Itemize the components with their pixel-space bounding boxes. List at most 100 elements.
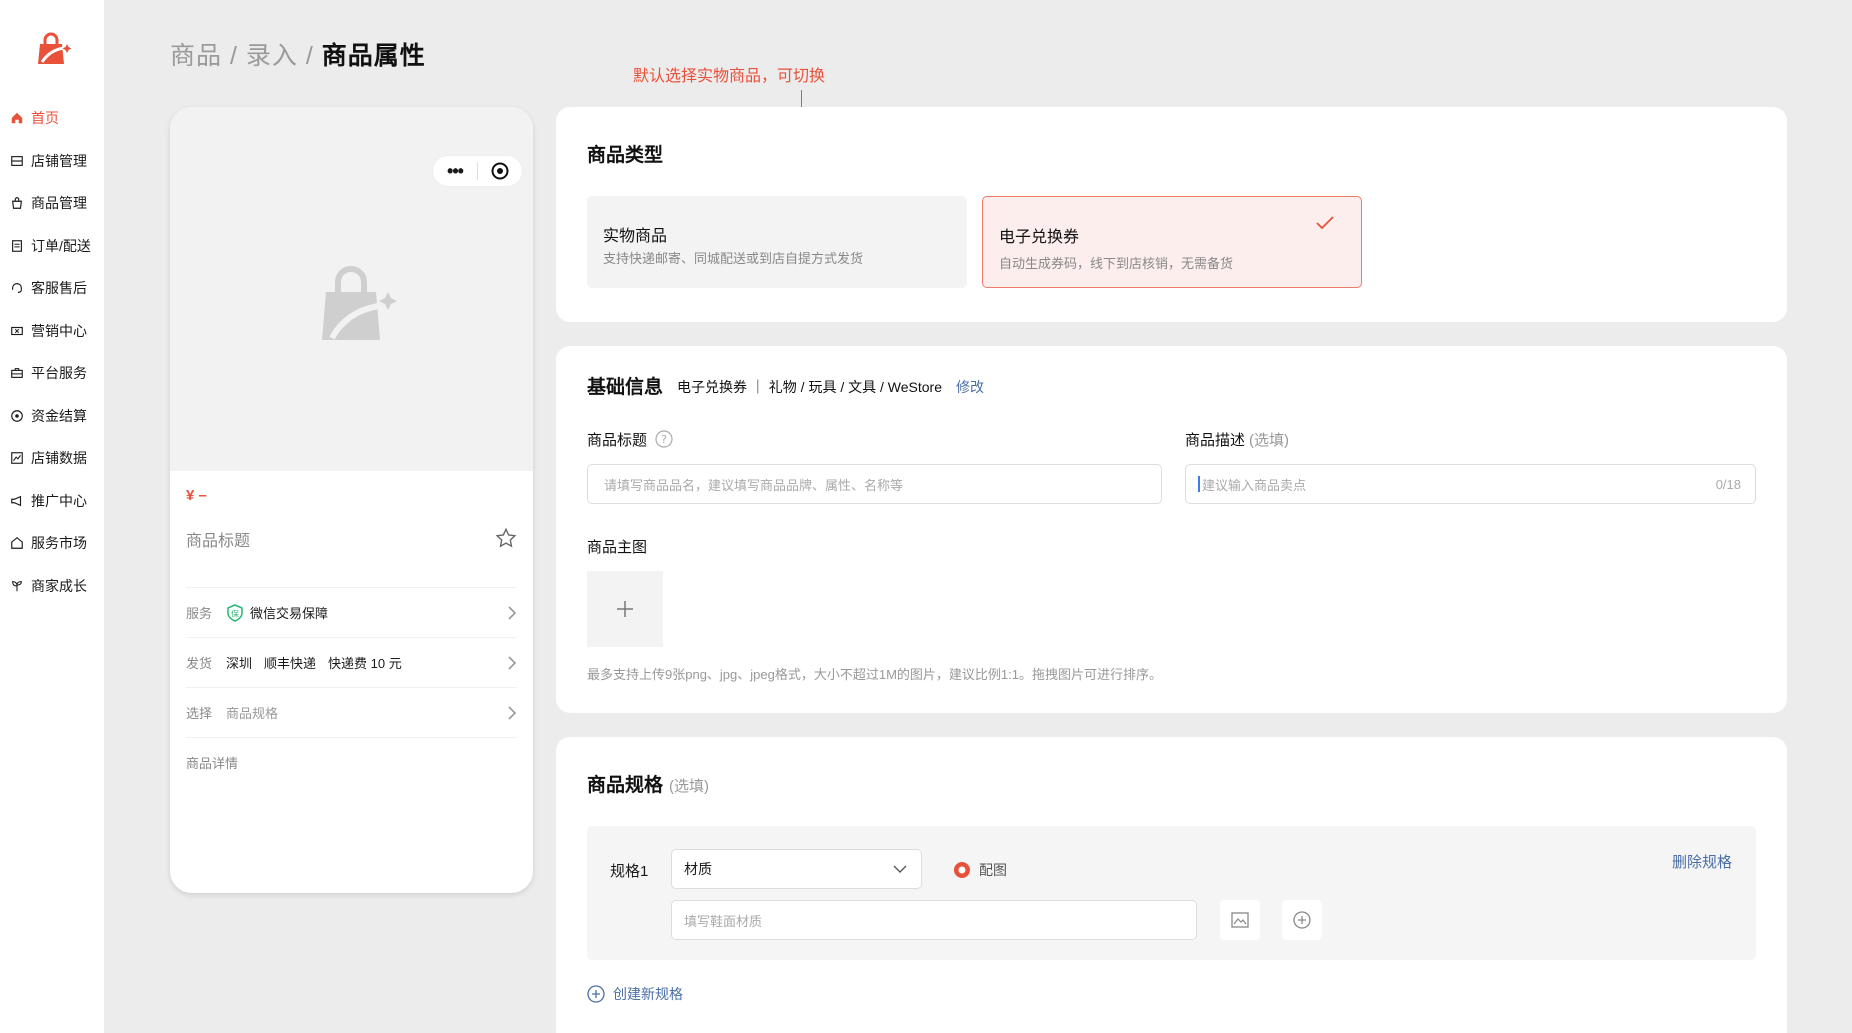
bag-icon [9, 195, 25, 211]
spec-value: 商品规格 [226, 706, 279, 721]
detail-label: 商品详情 [186, 756, 239, 771]
sidebar-item[interactable]: 客服售后 [0, 278, 104, 298]
product-type-card: 商品类型 实物商品 支持快递邮寄、同城配送或到店自提方式发货 电子兑换券 自动生… [556, 107, 1787, 322]
type-option-physical[interactable]: 实物商品 支持快递邮寄、同城配送或到店自提方式发货 [587, 196, 967, 288]
heading-text: 商品规格 [587, 775, 664, 796]
sidebar-item[interactable]: 店铺管理 [0, 151, 104, 171]
upload-image-button[interactable] [587, 571, 663, 647]
row-key: 发货 [186, 656, 213, 671]
spec-type-select[interactable]: 材质 [671, 849, 922, 889]
preview-price: ¥ – [186, 487, 207, 504]
label-text: 商品描述 [1185, 432, 1246, 449]
sidebar-item-label: 推广中心 [31, 492, 87, 509]
breadcrumb: 商品 / 录入 / 商品属性 [170, 36, 426, 72]
sidebar-item[interactable]: 订单/配送 [0, 236, 104, 256]
preview-shipping-row[interactable]: 发货 深圳 顺丰快递 快递费 10 元 [186, 637, 517, 687]
select-value: 材质 [684, 861, 712, 877]
spec-card: 商品规格 (选填) 规格1 材质 配图 删除规格 填写鞋面材质 创建新规格 [556, 737, 1787, 1033]
chevron-right-icon [508, 656, 517, 670]
chevron-down-icon [893, 865, 907, 873]
coin-icon [9, 408, 25, 424]
image-icon [1231, 912, 1249, 928]
star-icon[interactable] [495, 527, 517, 549]
row-key: 选择 [186, 706, 213, 721]
sidebar-item[interactable]: 服务市场 [0, 533, 104, 553]
add-value-button[interactable] [1282, 900, 1322, 940]
option-title: 实物商品 [603, 228, 668, 245]
add-image-button[interactable] [1220, 900, 1260, 940]
sidebar-item[interactable]: 平台服务 [0, 363, 104, 383]
category-path: 电子兑换券 ｜ 礼物 / 玩具 / 文具 / WeStore [677, 379, 942, 395]
store-icon [9, 153, 25, 169]
sidebar-item[interactable]: 推广中心 [0, 491, 104, 511]
breadcrumb-separator: / [297, 42, 322, 70]
more-icon[interactable]: ••• [433, 161, 477, 182]
chevron-right-icon [508, 606, 517, 620]
optional-tag: (选填) [1249, 432, 1290, 449]
plus-circle-icon [587, 985, 605, 1003]
shield-check-icon: 保 [227, 603, 243, 622]
sidebar-item[interactable]: 营销中心 [0, 321, 104, 341]
title-label: 商品标题 ? [587, 429, 673, 450]
sidebar-item-label: 商品管理 [31, 195, 87, 211]
create-spec-button[interactable]: 创建新规格 [587, 984, 683, 1004]
desc-placeholder: 建议输入商品卖点 [1202, 477, 1307, 493]
headset-icon [9, 280, 25, 296]
option-desc: 自动生成券码，线下到店核销，无需备货 [999, 256, 1234, 271]
check-icon [1316, 216, 1334, 230]
market-icon [9, 535, 25, 551]
sidebar-item-label: 订单/配送 [31, 237, 91, 254]
svg-text:保: 保 [231, 608, 239, 618]
type-option-voucher[interactable]: 电子兑换券 自动生成券码，线下到店核销，无需备货 [982, 196, 1362, 288]
spec-row-panel: 规格1 材质 配图 删除规格 填写鞋面材质 [587, 826, 1756, 960]
preview-detail-row: 商品详情 [186, 737, 517, 787]
briefcase-icon [9, 365, 25, 381]
radio-checked-icon [954, 862, 970, 878]
breadcrumb-item[interactable]: 录入 [246, 42, 298, 70]
preview-image-placeholder: ••• [170, 107, 533, 471]
help-icon[interactable]: ? [655, 430, 673, 448]
ship-city: 深圳 [226, 656, 253, 671]
breadcrumb-item[interactable]: 商品 [170, 42, 222, 70]
option-desc: 支持快递邮寄、同城配送或到店自提方式发货 [603, 251, 864, 266]
preview-service-row[interactable]: 服务 保 微信交易保障 [186, 587, 517, 637]
desc-label: 商品描述 (选填) [1185, 429, 1289, 450]
phone-preview: ••• ¥ – 商品标题 服务 保 微信交易保障 发货 深圳 顺丰快递 快递费 … [170, 107, 533, 893]
megaphone-icon [9, 493, 25, 509]
sidebar-item[interactable]: 首页 [0, 108, 104, 128]
desc-input[interactable]: 建议输入商品卖点 0/18 [1185, 464, 1756, 504]
close-target-icon[interactable] [478, 162, 522, 180]
option-title: 电子兑换券 [999, 229, 1080, 246]
plus-icon [617, 601, 633, 617]
sidebar-item-label: 店铺管理 [31, 152, 87, 169]
plus-circle-icon [1293, 911, 1311, 929]
delete-spec-link[interactable]: 删除规格 [1672, 851, 1732, 872]
basic-info-card: 基础信息 电子兑换券 ｜ 礼物 / 玩具 / 文具 / WeStore 修改 商… [556, 346, 1787, 713]
page-title: 商品属性 [321, 42, 426, 70]
design-annotation: 默认选择实物商品，可切换 [633, 68, 826, 85]
preview-title: 商品标题 [186, 533, 251, 550]
sidebar-item[interactable]: 资金结算 [0, 406, 104, 426]
sidebar-item-label: 店铺数据 [31, 450, 87, 466]
chevron-right-icon [508, 706, 517, 720]
title-input[interactable]: 请填写商品品名，建议填写商品品牌、属性、名称等 [587, 464, 1162, 504]
preview-spec-row[interactable]: 选择 商品规格 [186, 687, 517, 737]
create-spec-label: 创建新规格 [613, 986, 683, 1002]
sidebar-item-label: 服务市场 [31, 535, 87, 551]
edit-category-link[interactable]: 修改 [956, 377, 984, 397]
sidebar-item[interactable]: 商家成长 [0, 576, 104, 596]
row-key: 服务 [186, 606, 213, 621]
image-radio[interactable]: 配图 [953, 860, 1007, 880]
radio-label: 配图 [979, 862, 1007, 878]
chart-icon [9, 450, 25, 466]
sprout-icon [9, 578, 25, 594]
bag-placeholder-icon [322, 266, 397, 340]
sidebar-item-label: 平台服务 [31, 365, 87, 381]
image-hint: 最多支持上传9张png、jpg、jpeg格式，大小不超过1M的图片，建议比例1:… [587, 667, 1162, 682]
sidebar-item[interactable]: 商品管理 [0, 193, 104, 213]
sidebar-item-label: 首页 [31, 110, 59, 126]
spec-value-input[interactable]: 填写鞋面材质 [671, 900, 1197, 940]
sidebar-item-label: 客服售后 [31, 280, 87, 296]
sidebar-item[interactable]: 店铺数据 [0, 448, 104, 468]
ship-fee: 快递费 10 元 [328, 656, 402, 671]
